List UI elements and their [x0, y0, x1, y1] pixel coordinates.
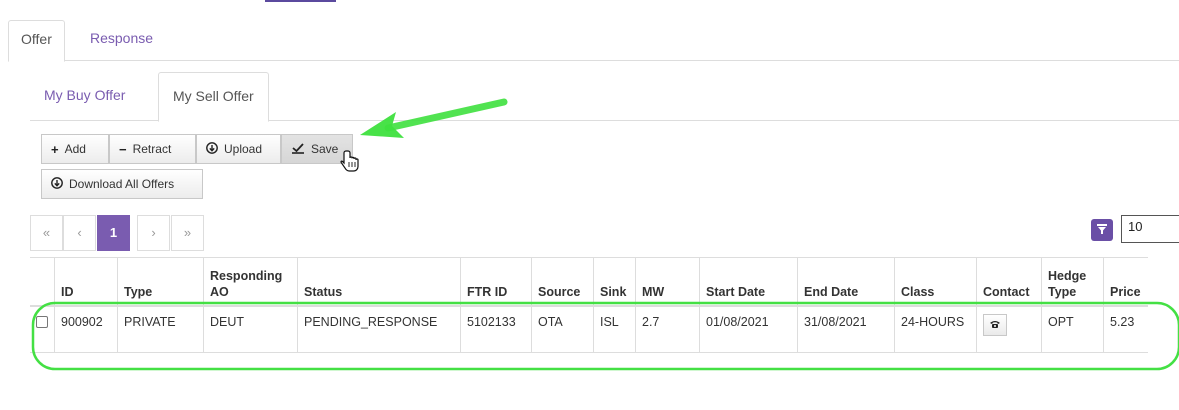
row-checkbox[interactable] [36, 315, 48, 328]
cell-mw: 2.7 [635, 305, 700, 353]
offers-table: ID Type Responding AO Status FTR ID Sour… [30, 257, 1148, 353]
download-all-offers-button[interactable]: Download All Offers [41, 169, 203, 199]
row-select-cell[interactable] [30, 305, 55, 353]
pagination-last[interactable]: » [171, 215, 204, 251]
tab-my-sell-offer[interactable]: My Sell Offer [158, 72, 269, 122]
select-column-header [30, 257, 55, 307]
contact-button[interactable] [983, 313, 1007, 336]
cell-price: 5.23 [1103, 305, 1148, 353]
tab-response[interactable]: Response [78, 20, 165, 61]
table-header-row: ID Type Responding AO Status FTR ID Sour… [30, 257, 1148, 307]
column-header-ftr-id[interactable]: FTR ID [460, 257, 532, 307]
pagination-prev[interactable]: ‹ [63, 215, 96, 251]
download-button-label: Download All Offers [69, 177, 175, 191]
column-header-mw[interactable]: MW [635, 257, 700, 307]
pagination-page-1[interactable]: 1 [97, 215, 130, 251]
column-header-start-date[interactable]: Start Date [699, 257, 798, 307]
cell-responding-ao: DEUT [203, 305, 298, 353]
cell-start-date: 01/08/2021 [699, 305, 798, 353]
column-header-source[interactable]: Source [531, 257, 594, 307]
cell-id: 900902 [54, 305, 118, 353]
cell-source: OTA [531, 305, 594, 353]
main-tabs: Offer Response [8, 20, 1179, 62]
cell-class: 24-HOURS [894, 305, 977, 353]
top-nav-underline [265, 0, 336, 2]
add-button-label: Add [64, 142, 86, 156]
upload-button[interactable]: Upload [196, 134, 281, 164]
phone-icon [989, 317, 1001, 333]
column-header-sink[interactable]: Sink [593, 257, 636, 307]
save-button-label: Save [311, 142, 339, 156]
cell-contact [976, 305, 1042, 353]
page-size-input[interactable]: 10 [1121, 215, 1179, 243]
column-header-responding-ao[interactable]: Responding AO [203, 257, 298, 307]
cell-sink: ISL [593, 305, 636, 353]
filter-icon [1096, 223, 1108, 238]
cell-hedge-type: OPT [1041, 305, 1104, 353]
download-icon [51, 176, 63, 192]
table-row[interactable]: 900902 PRIVATE DEUT PENDING_RESPONSE 510… [30, 305, 1148, 353]
upload-icon [206, 141, 218, 157]
pagination-first[interactable]: « [30, 215, 63, 251]
cell-type: PRIVATE [117, 305, 204, 353]
tab-my-buy-offer[interactable]: My Buy Offer [30, 72, 139, 121]
save-icon [291, 142, 305, 157]
offer-sub-tabs: My Buy Offer My Sell Offer [30, 72, 1179, 122]
column-header-type[interactable]: Type [117, 257, 204, 307]
retract-button-label: Retract [132, 142, 172, 156]
column-header-price[interactable]: Price [1103, 257, 1148, 307]
pagination-next[interactable]: › [137, 215, 170, 251]
column-header-hedge-type[interactable]: Hedge Type [1041, 257, 1104, 307]
save-button[interactable]: Save [281, 134, 353, 164]
upload-button-label: Upload [224, 142, 263, 156]
column-header-end-date[interactable]: End Date [797, 257, 895, 307]
column-header-class[interactable]: Class [894, 257, 977, 307]
retract-button[interactable]: − Retract [109, 134, 196, 164]
cell-ftr-id: 5102133 [460, 305, 532, 353]
column-header-contact[interactable]: Contact [976, 257, 1042, 307]
minus-icon: − [119, 141, 127, 157]
cell-status: PENDING_RESPONSE [297, 305, 461, 353]
column-header-status[interactable]: Status [297, 257, 461, 307]
column-header-id[interactable]: ID [54, 257, 118, 307]
cell-end-date: 31/08/2021 [797, 305, 895, 353]
tab-offer[interactable]: Offer [8, 20, 65, 62]
add-button[interactable]: + Add [41, 134, 109, 164]
plus-icon: + [51, 141, 59, 157]
filter-button[interactable] [1091, 219, 1113, 241]
